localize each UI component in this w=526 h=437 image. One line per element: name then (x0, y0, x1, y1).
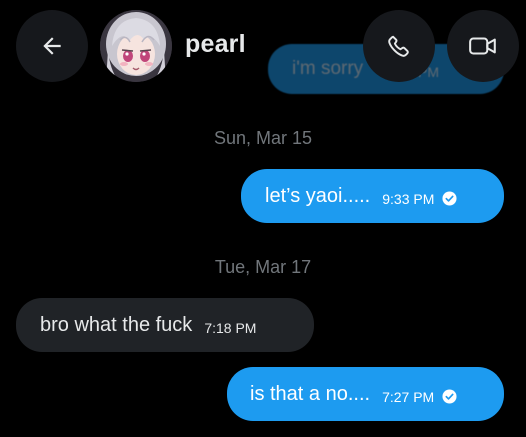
video-camera-icon (468, 33, 498, 59)
message-time: 9:33 PM (382, 191, 435, 207)
phone-icon (386, 33, 412, 59)
message-text: bro what the fuck (40, 313, 193, 336)
avatar[interactable] (100, 10, 172, 82)
message-time: 7:18 PM (204, 320, 257, 336)
message-text: is that a no.... (250, 382, 371, 405)
message-time: 7:27 PM (382, 389, 435, 405)
date-separator: Sun, Mar 15 (213, 128, 313, 148)
incoming-message[interactable]: bro what the fuck 7:18 PM (16, 298, 314, 352)
previous-message-text: i'm sorry (292, 58, 364, 79)
outgoing-message[interactable]: let’s yaoi..... 9:33 PM (241, 169, 504, 223)
back-button[interactable] (16, 10, 88, 82)
outgoing-message[interactable]: is that a no.... 7:27 PM (227, 367, 504, 421)
video-call-button[interactable] (447, 10, 519, 82)
contact-name[interactable]: pearl (185, 30, 246, 59)
read-check-icon (442, 389, 457, 404)
voice-call-button[interactable] (363, 10, 435, 82)
read-check-icon (442, 191, 457, 206)
arrow-left-icon (39, 33, 65, 59)
dm-conversation: i'm sorry PM pearl Sun, Mar 15 let’s yao… (0, 0, 526, 437)
message-text: let’s yaoi..... (265, 184, 371, 207)
date-separator: Tue, Mar 17 (214, 257, 312, 277)
